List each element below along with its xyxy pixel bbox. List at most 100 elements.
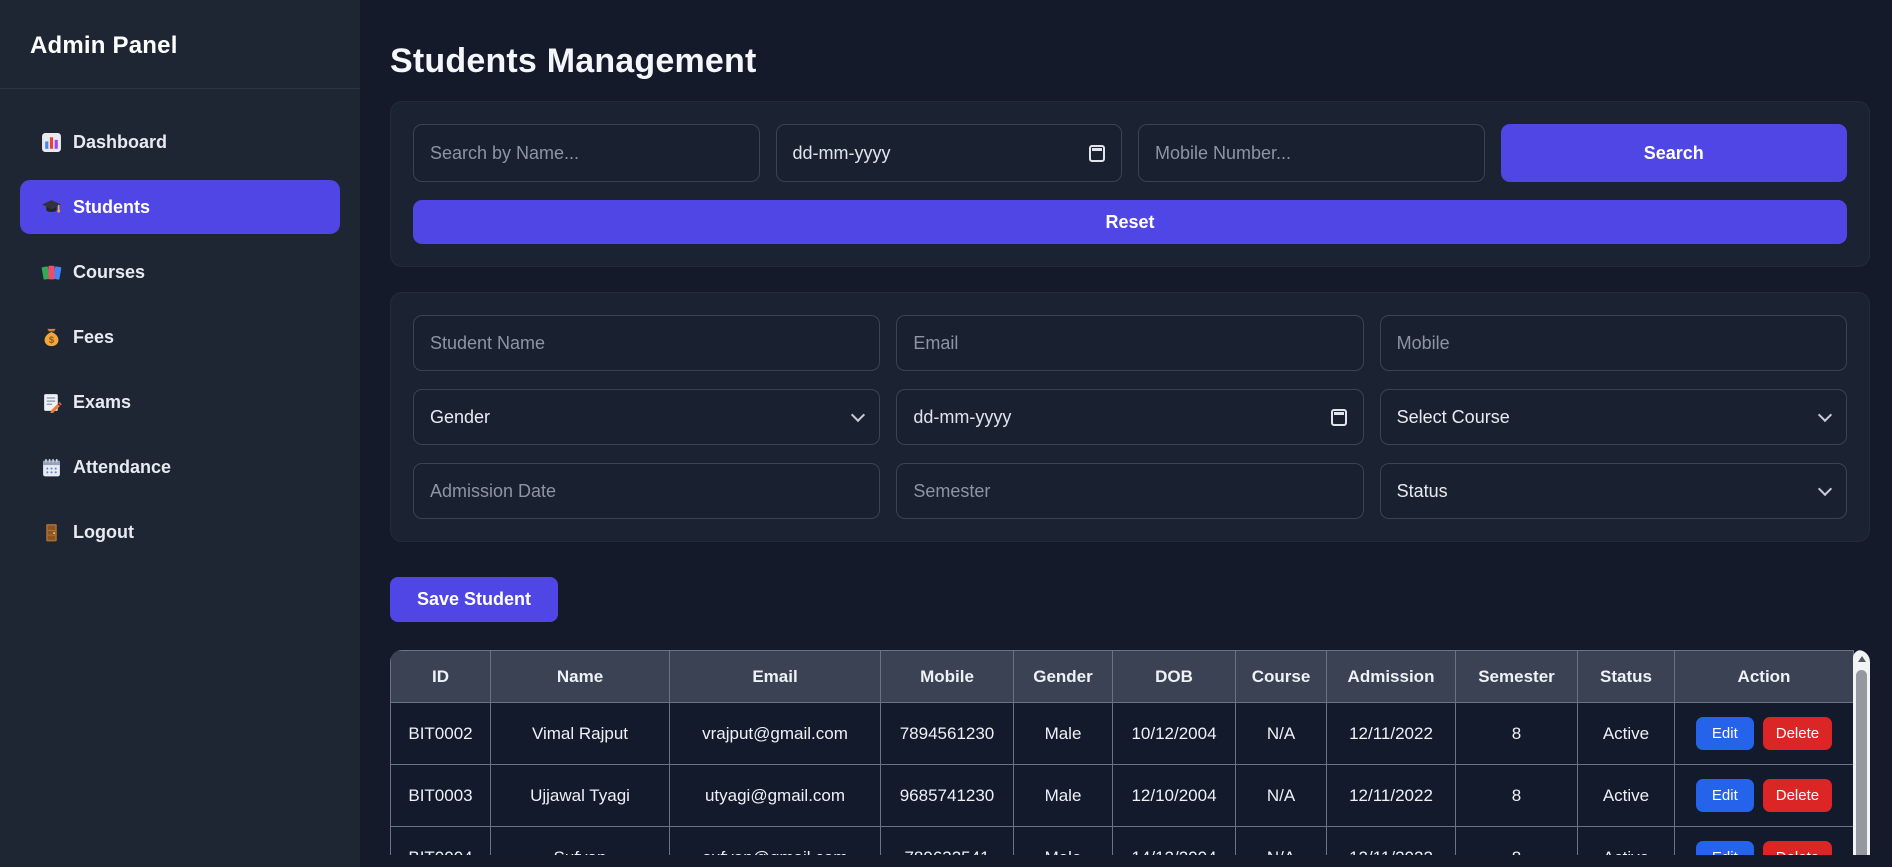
cell-name: Vimal Rajput [490,702,670,765]
status-select[interactable]: Status [1379,463,1847,519]
books-icon [41,262,62,283]
cell-course: N/A [1235,764,1327,827]
sidebar-item-label: Logout [73,521,134,542]
date-value: dd-mm-yyyy [792,142,891,163]
sidebar-item-logout[interactable]: Logout [20,505,340,559]
delete-button[interactable]: Delete [1762,717,1833,750]
table-row: BIT0003 Ujjawal Tyagi utyagi@gmail.com 9… [390,764,1854,827]
column-header-gender: Gender [1013,650,1113,703]
bar-chart-icon [41,132,62,153]
reset-button[interactable]: Reset [413,200,1847,244]
sidebar-item-label: Courses [73,261,146,282]
edit-button[interactable]: Edit [1695,779,1754,812]
cell-email: utyagi@gmail.com [669,764,881,827]
sidebar-item-exams[interactable]: Exams [20,375,340,429]
sidebar-item-courses[interactable]: Courses [20,245,340,299]
calendar-icon [41,457,62,478]
cell-action: Edit Delete [1674,702,1854,765]
cell-mobile: 7894561230 [880,702,1014,765]
cell-admission: 12/11/2022 [1326,702,1456,765]
mobile-input[interactable] [1379,315,1847,371]
cell-gender: Male [1013,702,1113,765]
gender-select-value: Gender [430,406,491,427]
cell-admission: 12/11/2022 [1326,764,1456,827]
calendar-picker-icon[interactable] [1330,408,1347,426]
column-header-status: Status [1577,650,1675,703]
money-bag-icon: $ [41,327,62,348]
cell-action: Edit Delete [1674,764,1854,827]
cell-email: vrajput@gmail.com [669,702,881,765]
admission-date-input[interactable] [413,463,881,519]
cell-status: Active [1577,764,1675,827]
memo-pencil-icon [41,392,62,413]
table-scrollbar[interactable] [1853,650,1870,855]
cell-name: Sufyan [490,826,670,855]
search-date-input[interactable]: dd-mm-yyyy [775,124,1122,182]
cell-course: N/A [1235,826,1327,855]
sidebar-title: Admin Panel [30,32,178,59]
edit-button[interactable]: Edit [1695,841,1754,855]
cell-mobile: 9685741230 [880,764,1014,827]
column-header-id: ID [390,650,491,703]
cell-id: BIT0004 [390,826,491,855]
cell-course: N/A [1235,702,1327,765]
cell-semester: 8 [1455,702,1578,765]
dob-date-input[interactable]: dd-mm-yyyy [896,389,1364,445]
cell-status: Active [1577,702,1675,765]
column-header-dob: DOB [1112,650,1236,703]
column-header-name: Name [490,650,670,703]
column-header-email: Email [669,650,881,703]
cell-admission: 12/11/2022 [1326,826,1456,855]
scrollbar-thumb[interactable] [1856,670,1867,855]
search-mobile-input[interactable] [1138,124,1485,182]
dob-value: dd-mm-yyyy [913,406,1012,427]
delete-button[interactable]: Delete [1762,841,1833,855]
sidebar-item-label: Fees [73,326,115,347]
scroll-up-icon [1857,656,1866,662]
chevron-down-icon [1817,481,1833,496]
cell-gender: Male [1013,764,1113,827]
column-header-mobile: Mobile [880,650,1014,703]
edit-button[interactable]: Edit [1695,717,1754,750]
email-input[interactable] [896,315,1364,371]
column-header-course: Course [1235,650,1327,703]
calendar-picker-icon[interactable] [1089,144,1105,162]
search-row: dd-mm-yyyy Search [413,124,1847,182]
sidebar-item-fees[interactable]: $ Fees [20,310,340,364]
sidebar-item-students[interactable]: Students [20,180,340,234]
chevron-down-icon [851,407,866,422]
sidebar-item-label: Attendance [73,456,172,477]
student-form-card: Gender dd-mm-yyyy Select Course Status [390,292,1870,542]
cell-email: sufyan@gmail.com [669,826,881,855]
table-row: BIT0002 Vimal Rajput vrajput@gmail.com 7… [390,702,1854,765]
svg-text:$: $ [49,334,55,345]
students-table-container: ID Name Email Mobile Gender DOB Course A… [390,650,1870,855]
admin-app: Admin Panel Dashboard Students Courses $… [0,0,1892,867]
student-name-input[interactable] [413,315,881,371]
main-content: Students Management dd-mm-yyyy Search Re… [360,0,1892,867]
search-name-input[interactable] [413,124,760,182]
door-icon [41,522,62,543]
delete-button[interactable]: Delete [1762,779,1833,812]
course-select-value: Select Course [1396,406,1510,427]
search-button[interactable]: Search [1500,124,1847,182]
students-table: ID Name Email Mobile Gender DOB Course A… [390,650,1854,855]
cell-dob: 14/12/2004 [1112,826,1236,855]
course-select[interactable]: Select Course [1379,389,1847,445]
table-row: BIT0004 Sufyan sufyan@gmail.com 78963254… [390,826,1854,855]
semester-input[interactable] [896,463,1364,519]
search-filter-card: dd-mm-yyyy Search Reset [390,101,1870,267]
scroll-up-button[interactable] [1853,650,1870,668]
cell-mobile: 789632541 [880,826,1014,855]
sidebar-item-dashboard[interactable]: Dashboard [20,115,340,169]
cell-id: BIT0003 [390,764,491,827]
cell-dob: 12/10/2004 [1112,764,1236,827]
graduation-cap-icon [41,197,62,218]
sidebar: Admin Panel Dashboard Students Courses $… [0,0,360,867]
cell-id: BIT0002 [390,702,491,765]
sidebar-item-attendance[interactable]: Attendance [20,440,340,494]
gender-select[interactable]: Gender [413,389,881,445]
cell-action: Edit Delete [1674,826,1854,855]
save-student-button[interactable]: Save Student [390,577,558,622]
page-title: Students Management [390,42,757,80]
